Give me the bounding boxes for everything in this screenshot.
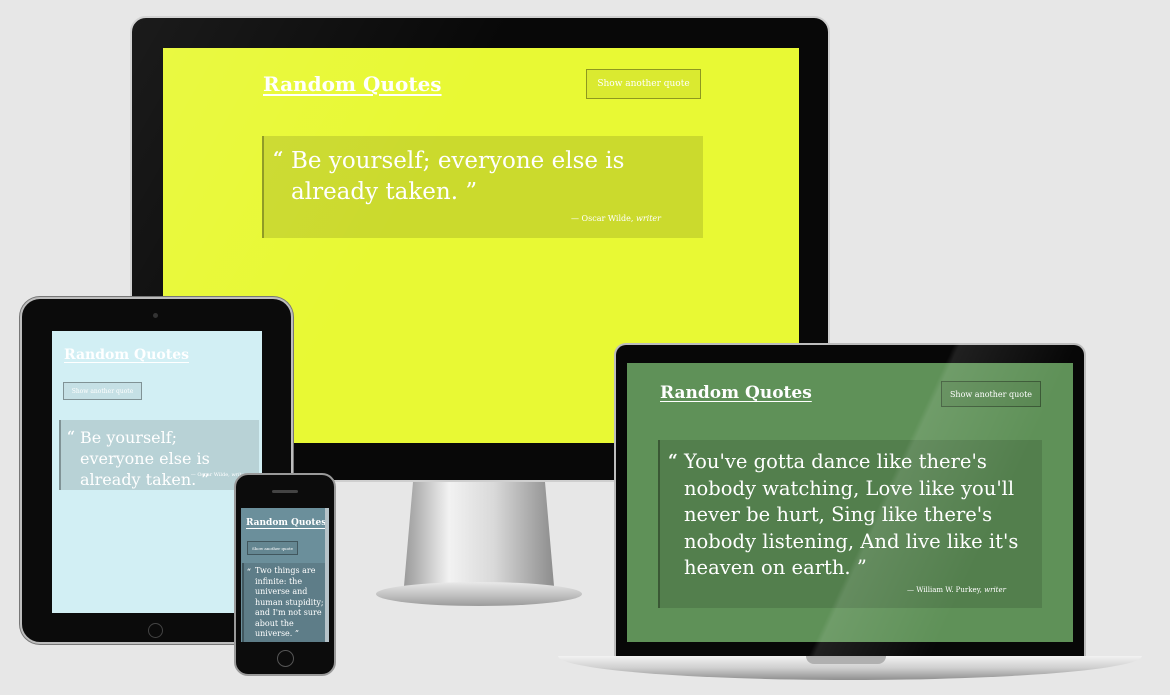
quote-text: Two things are infinite: the universe an… (255, 566, 324, 638)
phone-screen: Random Quotes Show another quote “ Two t… (241, 508, 329, 642)
quote-text: Be yourself; everyone else is already ta… (80, 428, 210, 489)
phone-home-button[interactable] (277, 650, 294, 667)
open-quote-icon: “ (247, 567, 252, 576)
show-another-quote-button[interactable]: Show another quote (586, 69, 701, 99)
close-quote-icon: ” (294, 629, 299, 638)
show-another-quote-button[interactable]: Show another quote (941, 381, 1041, 407)
app-title: Random Quotes (263, 72, 442, 96)
tablet-screen: Random Quotes Show another quote “ Be yo… (52, 331, 262, 613)
open-quote-icon: “ (668, 451, 678, 471)
quote-box: “ Two things are infinite: the universe … (242, 563, 328, 642)
monitor-stand-neck (404, 482, 554, 586)
phone-scrollbar[interactable] (325, 508, 329, 642)
tablet-camera-icon (153, 313, 158, 318)
open-quote-icon: “ (273, 148, 284, 169)
app-title: Random Quotes (246, 518, 327, 528)
open-quote-icon: “ (67, 429, 76, 445)
quote-box: “ Be yourself; everyone else is already … (59, 420, 259, 490)
quote-author: — William W. Purkey, writer (906, 586, 1006, 594)
close-quote-icon: ” (465, 179, 478, 205)
app-title: Random Quotes (64, 347, 189, 363)
close-quote-icon: ” (856, 556, 867, 579)
quote-author: — Oscar Wilde, writer (571, 214, 661, 223)
quote-box: “ You've gotta dance like there's nobody… (658, 440, 1042, 608)
monitor-stand-base (376, 582, 582, 606)
show-another-quote-button[interactable]: Show another quote (247, 541, 298, 555)
quote-text: Be yourself; everyone else is already ta… (291, 148, 625, 205)
laptop-screen: Random Quotes Show another quote “ You'v… (627, 363, 1073, 642)
laptop-notch (806, 656, 886, 664)
tablet-home-button[interactable] (148, 623, 163, 638)
quote-text: You've gotta dance like there's nobody w… (684, 450, 1019, 579)
show-another-quote-button[interactable]: Show another quote (63, 382, 142, 400)
phone-speaker-icon (272, 490, 298, 493)
app-title: Random Quotes (660, 383, 812, 403)
quote-box: “ Be yourself; everyone else is already … (262, 136, 703, 238)
